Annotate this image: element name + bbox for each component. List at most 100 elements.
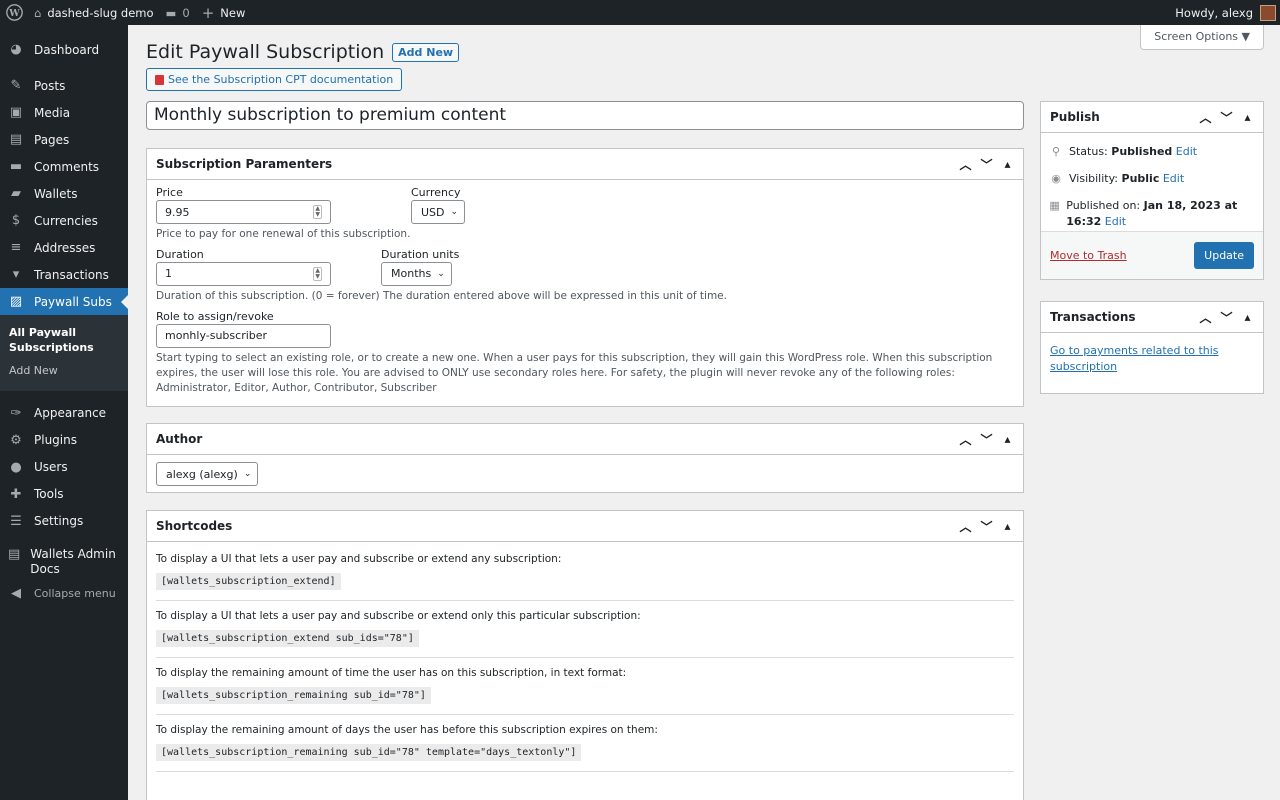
comments-link[interactable]: ▬ 0 xyxy=(160,0,196,25)
wordpress-logo-icon[interactable]: W xyxy=(0,0,28,25)
payments-link[interactable]: Go to payments related to this subscript… xyxy=(1050,344,1219,373)
published-label: Published on: xyxy=(1066,198,1141,212)
price-input[interactable]: 9.95 ▲ ▼ xyxy=(156,200,331,224)
sidebar-item-settings[interactable]: ☰ Settings xyxy=(0,508,128,535)
author-value: alexg (alexg) xyxy=(166,467,238,481)
site-name-link[interactable]: ⌂ dashed-slug demo xyxy=(28,0,160,25)
sidebar-item-addresses[interactable]: ≡ Addresses xyxy=(0,234,128,261)
sidebar-item-label: Users xyxy=(34,460,68,475)
sidebar-item-label: Media xyxy=(34,105,71,120)
sidebar-item-wallets-admin-docs[interactable]: ▤ Wallets Admin Docs xyxy=(0,544,128,580)
move-up-icon[interactable]: ︿ xyxy=(959,518,972,535)
screen-options-button[interactable]: Screen Options ▼ xyxy=(1140,25,1264,50)
avatar xyxy=(1260,4,1276,21)
sidebar-item-appearance[interactable]: ✑ Appearance xyxy=(0,400,128,427)
collapse-toggle-icon[interactable]: ▴ xyxy=(1001,432,1014,446)
price-label: Price xyxy=(156,186,183,199)
transactions-box: Transactions ︿ ﹀ ▴ Go to payments relate… xyxy=(1040,301,1264,394)
publish-actions: Move to Trash Update xyxy=(1041,231,1263,279)
sidebar-item-comments[interactable]: ▬ Comments xyxy=(0,153,128,180)
book-icon xyxy=(155,74,164,85)
edit-visibility-link[interactable]: Edit xyxy=(1163,172,1184,185)
new-content-link[interactable]: + New xyxy=(196,0,252,25)
move-to-trash-link[interactable]: Move to Trash xyxy=(1050,249,1127,262)
collapse-toggle-icon[interactable]: ▴ xyxy=(1001,157,1014,171)
box-title: Subscription Paramenters xyxy=(156,157,333,171)
status-row: ⚲ Status: Published Edit xyxy=(1049,144,1255,160)
transactions-icon: ▾ xyxy=(12,267,20,282)
admin-bar: W ⌂ dashed-slug demo ▬ 0 + New Howdy, al… xyxy=(0,0,1280,25)
sidebar-item-posts[interactable]: ✎ Posts xyxy=(0,72,128,99)
publish-box: Publish ︿ ﹀ ▴ ⚲ Status: Published Edit ◉… xyxy=(1040,101,1264,280)
addresses-icon: ≡ xyxy=(10,240,22,255)
box-controls: ︿ ﹀ ▴ xyxy=(1199,109,1254,126)
sidebar-item-currencies[interactable]: $ Currencies xyxy=(0,207,128,234)
edit-status-link[interactable]: Edit xyxy=(1176,145,1197,158)
collapse-toggle-icon[interactable]: ▴ xyxy=(1241,310,1254,324)
duration-input[interactable]: 1 ▲ ▼ xyxy=(156,261,331,286)
sidebar-item-paywall-subs[interactable]: ▨ Paywall Subs xyxy=(0,288,128,315)
box-controls: ︿ ﹀ ▴ xyxy=(959,431,1014,448)
move-up-icon[interactable]: ︿ xyxy=(959,156,972,173)
sidebar-item-label: Paywall Subs xyxy=(34,294,112,309)
author-select[interactable]: alexg (alexg) ⌄ xyxy=(156,462,259,486)
chevron-down-icon: ⌄ xyxy=(243,469,252,479)
visibility-value: Public xyxy=(1121,171,1160,185)
box-header: Publish ︿ ﹀ ▴ xyxy=(1041,102,1263,133)
collapse-toggle-icon[interactable]: ▴ xyxy=(1001,519,1014,533)
collapse-menu-button[interactable]: ◀ Collapse menu xyxy=(0,580,128,607)
move-down-icon[interactable]: ﹀ xyxy=(1220,309,1233,326)
role-input[interactable]: monhly-subscriber xyxy=(156,323,331,348)
collapse-arrow-icon: ◀ xyxy=(11,585,21,601)
collapse-toggle-icon[interactable]: ▴ xyxy=(1241,110,1254,124)
sidebar-item-label: Transactions xyxy=(34,267,109,282)
move-down-icon[interactable]: ﹀ xyxy=(980,431,993,448)
box-title: Shortcodes xyxy=(156,519,233,533)
wallet-icon: ▰ xyxy=(11,186,21,201)
documentation-button[interactable]: See the Subscription CPT documentation xyxy=(146,68,403,91)
move-up-icon[interactable]: ︿ xyxy=(1199,309,1212,326)
number-spinner-icon[interactable]: ▲ ▼ xyxy=(313,205,322,219)
sidebar-item-plugins[interactable]: ⚙ Plugins xyxy=(0,427,128,454)
shortcode-description: To display the remaining amount of time … xyxy=(156,667,627,679)
sidebar-item-wallets[interactable]: ▰ Wallets xyxy=(0,180,128,207)
sidebar-item-transactions[interactable]: ▾ Transactions xyxy=(0,261,128,288)
role-label: Role to assign/revoke xyxy=(156,309,274,323)
status-label: Status: xyxy=(1069,145,1108,158)
currency-select[interactable]: USD ⌄ xyxy=(411,200,466,224)
sidebar-item-users[interactable]: ● Users xyxy=(0,454,128,481)
sidebar-item-tools[interactable]: ✚ Tools xyxy=(0,481,128,508)
add-new-button[interactable]: Add New xyxy=(392,42,460,62)
shortcode-item: To display the remaining amount of days … xyxy=(156,715,1014,772)
sidebar-item-media[interactable]: ▣ Media xyxy=(0,99,128,126)
currency-icon: $ xyxy=(11,213,21,228)
sidebar-item-dashboard[interactable]: ◕ Dashboard xyxy=(0,36,128,63)
submenu-all-paywall-subscriptions[interactable]: All Paywall Subscriptions xyxy=(0,322,128,360)
sidebar-item-pages[interactable]: ▤ Pages xyxy=(0,126,128,153)
box-header: Subscription Paramenters ︿ ﹀ ▴ xyxy=(147,149,1023,180)
move-down-icon[interactable]: ﹀ xyxy=(980,518,993,535)
duration-units-select[interactable]: Months ⌄ xyxy=(381,261,452,286)
pin-icon: ✎ xyxy=(10,78,22,93)
subscription-parameters-box: Subscription Paramenters ︿ ﹀ ▴ Price 9.9… xyxy=(146,148,1024,407)
submenu-add-new[interactable]: Add New xyxy=(0,360,128,383)
my-account-link[interactable]: Howdy, alexg xyxy=(1169,0,1280,25)
shortcode-code: [wallets_subscription_remaining sub_id="… xyxy=(156,687,431,704)
price-value: 9.95 xyxy=(165,205,190,219)
box-title: Transactions xyxy=(1050,310,1136,324)
move-up-icon[interactable]: ︿ xyxy=(1199,109,1212,126)
dashboard-icon: ◕ xyxy=(10,42,22,57)
move-down-icon[interactable]: ﹀ xyxy=(1220,109,1233,126)
move-up-icon[interactable]: ︿ xyxy=(959,431,972,448)
update-button[interactable]: Update xyxy=(1194,242,1254,269)
post-title-input[interactable]: Monthly subscription to premium content xyxy=(146,101,1024,130)
page-title: Edit Paywall Subscription xyxy=(146,41,385,63)
documentation-label: See the Subscription CPT documentation xyxy=(168,73,394,86)
edit-date-link[interactable]: Edit xyxy=(1105,215,1126,228)
book-icon: ▤ xyxy=(8,547,21,563)
move-down-icon[interactable]: ﹀ xyxy=(980,156,993,173)
box-title: Publish xyxy=(1050,110,1100,124)
sidebar-item-label: Posts xyxy=(34,78,66,93)
currency-label: Currency xyxy=(411,186,461,199)
number-spinner-icon[interactable]: ▲ ▼ xyxy=(313,266,322,281)
